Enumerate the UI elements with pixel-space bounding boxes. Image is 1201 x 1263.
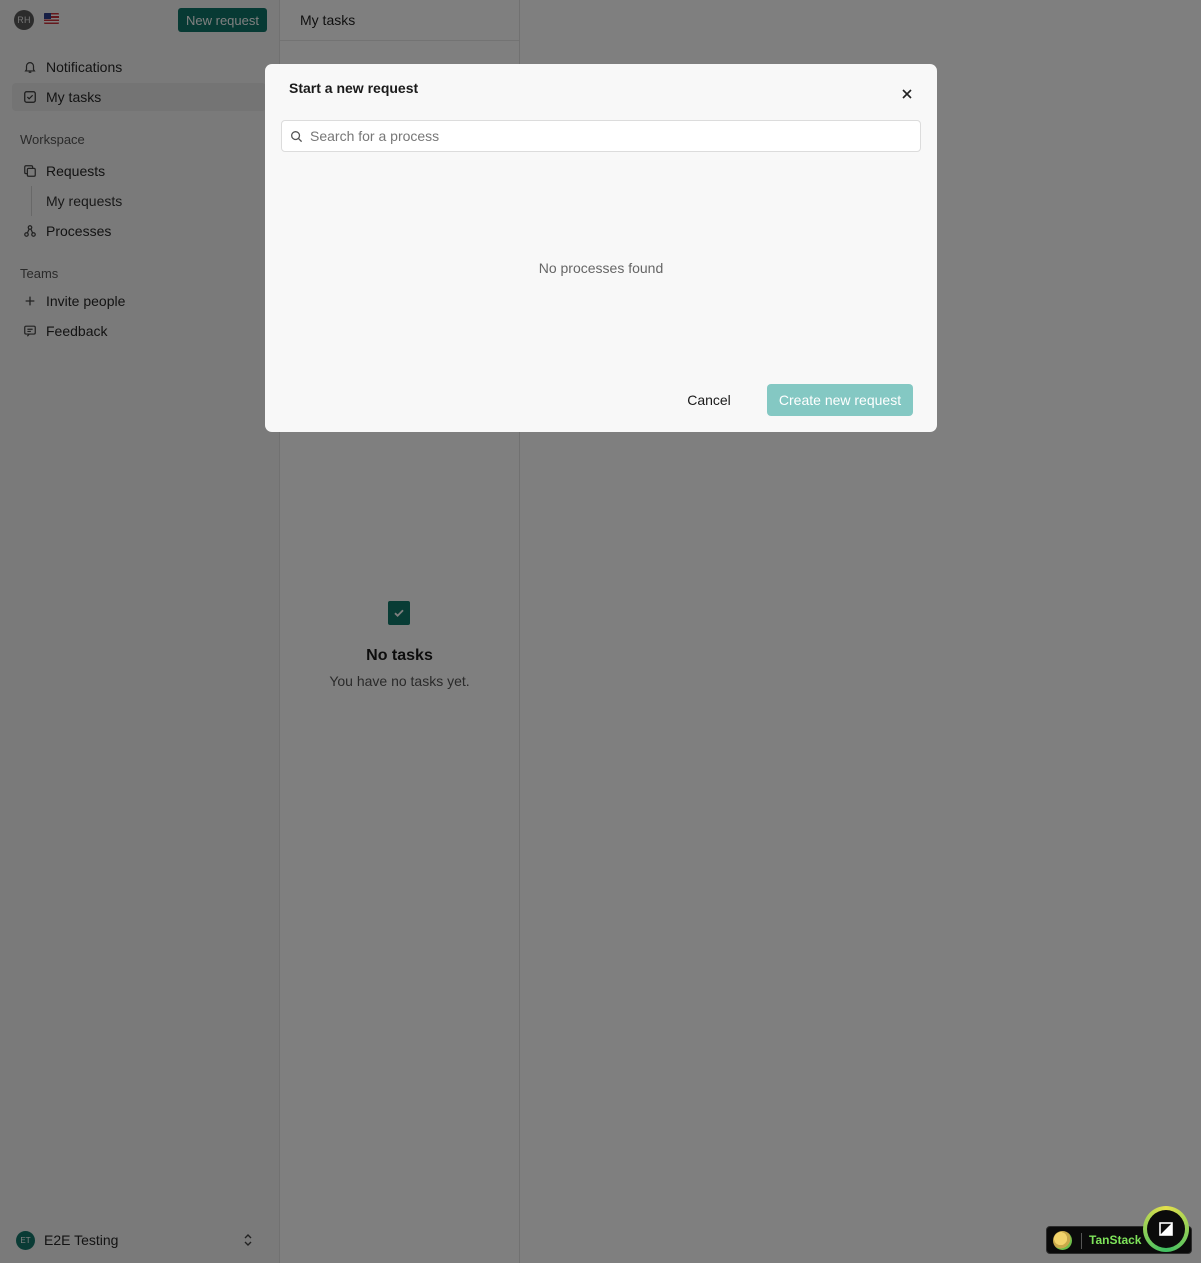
process-search-box [281,120,921,152]
devtools-label: TanStack [1089,1233,1142,1247]
process-search-input[interactable] [310,121,910,151]
devtools-toggle-button[interactable] [1143,1206,1189,1252]
tanstack-logo-icon [1053,1231,1072,1250]
no-results-message: No processes found [538,260,664,276]
contrast-icon [1147,1210,1185,1248]
cancel-button[interactable]: Cancel [675,384,743,416]
new-request-dialog: Start a new request No processes found C… [265,64,937,432]
divider [1081,1233,1082,1249]
create-new-request-button[interactable]: Create new request [767,384,913,416]
dialog-title: Start a new request [289,80,419,96]
close-icon[interactable] [899,86,915,102]
search-icon [290,130,303,143]
